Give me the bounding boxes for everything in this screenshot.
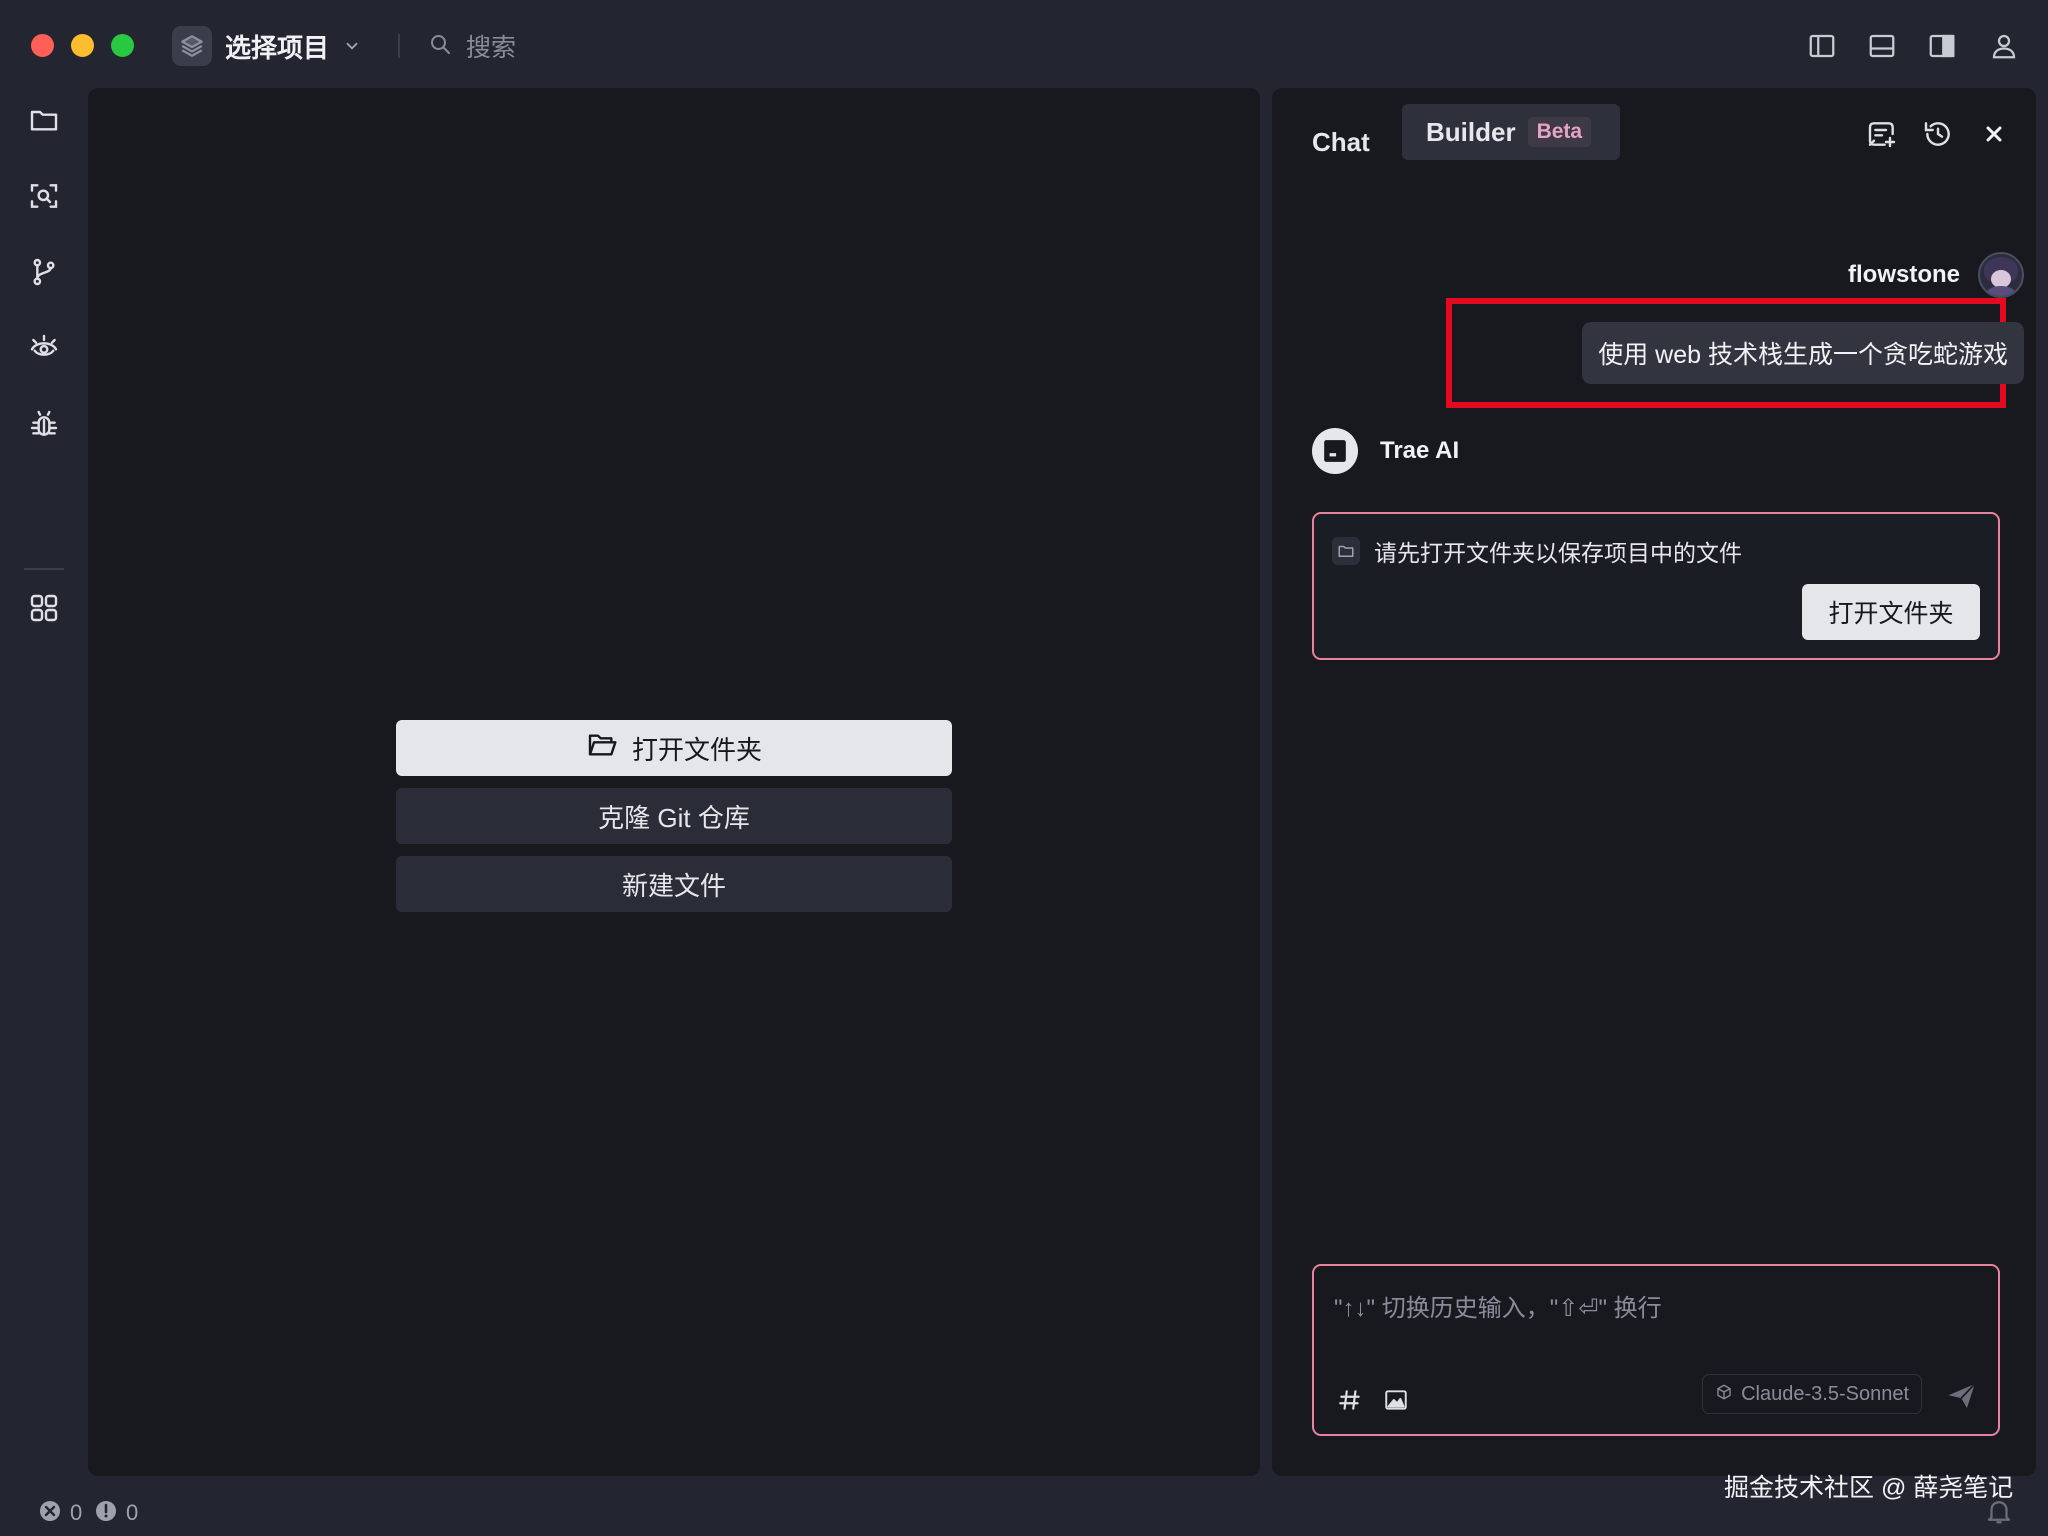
search-box[interactable]: 搜索: [428, 26, 516, 66]
open-folder-notice: 请先打开文件夹以保存项目中的文件 打开文件夹: [1312, 512, 2000, 660]
ai-name: Trae AI: [1380, 437, 1460, 464]
apps-icon[interactable]: [22, 586, 66, 630]
source-control-icon[interactable]: [22, 250, 66, 294]
warning-icon: [94, 1499, 118, 1528]
model-selector[interactable]: Claude-3.5-Sonnet: [1702, 1374, 1922, 1414]
beta-badge: Beta: [1527, 117, 1592, 147]
history-icon[interactable]: [1920, 116, 1956, 152]
folder-open-icon: [586, 729, 618, 768]
search-placeholder: 搜索: [466, 34, 517, 62]
search-icon[interactable]: [22, 174, 66, 218]
open-folder-button[interactable]: 打开文件夹: [396, 720, 952, 776]
user-name: flowstone: [1848, 261, 1960, 288]
tab-chat[interactable]: Chat: [1312, 114, 1370, 170]
warnings-indicator[interactable]: 0: [94, 1500, 138, 1526]
ai-panel: Chat Builder Beta flowstone 使用 web 技术栈生成…: [1272, 88, 2036, 1476]
warning-count: 0: [126, 1500, 139, 1525]
error-count: 0: [70, 1500, 83, 1525]
notice-text: 请先打开文件夹以保存项目中的文件: [1374, 540, 1742, 566]
bell-icon[interactable]: [1984, 1496, 2014, 1526]
chat-input[interactable]: "↑↓" 切换历史输入，"⇧⏎" 换行 Claude-3.5-Sonnet: [1312, 1264, 2000, 1436]
project-selector[interactable]: 选择项目: [172, 24, 361, 68]
folder-icon[interactable]: [22, 98, 66, 142]
clone-git-button[interactable]: 克隆 Git 仓库: [396, 788, 952, 844]
toggle-primary-sidebar-button[interactable]: [1802, 26, 1842, 66]
chat-input-placeholder: "↑↓" 切换历史输入，"⇧⏎" 换行: [1334, 1295, 1662, 1322]
ai-header: Trae AI: [1312, 428, 1459, 474]
activity-divider: [24, 568, 64, 570]
bug-icon[interactable]: [22, 402, 66, 446]
maximize-window-button[interactable]: [111, 34, 134, 57]
tab-builder[interactable]: Builder Beta: [1402, 104, 1620, 160]
hash-icon[interactable]: [1334, 1384, 1366, 1416]
errors-indicator[interactable]: 0: [38, 1500, 82, 1526]
layers-icon: [172, 26, 212, 66]
toggle-panel-button[interactable]: [1862, 26, 1902, 66]
activity-bar: [0, 88, 88, 1488]
new-chat-icon[interactable]: [1864, 116, 1900, 152]
folder-icon: [1332, 537, 1360, 565]
send-icon[interactable]: [1944, 1378, 1980, 1414]
eye-icon[interactable]: [22, 326, 66, 370]
toggle-secondary-sidebar-button[interactable]: [1922, 26, 1962, 66]
chevron-down-icon: [343, 37, 361, 55]
editor-area: 打开文件夹 克隆 Git 仓库 新建文件: [88, 88, 1260, 1476]
watermark: 掘金技术社区 @ 薛尧笔记: [1724, 1474, 2014, 1502]
project-label: 选择项目: [225, 32, 330, 63]
new-file-button[interactable]: 新建文件: [396, 856, 952, 912]
avatar: [1978, 252, 2024, 298]
open-folder-label: 打开文件夹: [631, 734, 762, 765]
search-icon: [428, 32, 452, 61]
user-message-bubble: 使用 web 技术栈生成一个贪吃蛇游戏: [1582, 322, 2024, 384]
close-window-button[interactable]: [31, 34, 54, 57]
notice-open-folder-button[interactable]: 打开文件夹: [1802, 584, 1980, 640]
image-icon[interactable]: [1380, 1384, 1412, 1416]
titlebar-divider: [398, 34, 400, 58]
account-icon[interactable]: [1984, 26, 2024, 66]
cube-icon: [1715, 1383, 1733, 1406]
error-icon: [38, 1499, 62, 1528]
trae-logo-icon: [1312, 428, 1358, 474]
tab-builder-label: Builder: [1426, 116, 1516, 147]
user-header: flowstone: [1848, 252, 2024, 298]
close-icon[interactable]: [1976, 116, 2012, 152]
minimize-window-button[interactable]: [71, 34, 94, 57]
model-name: Claude-3.5-Sonnet: [1741, 1382, 1909, 1405]
title-bar: 选择项目 搜索: [0, 0, 2048, 88]
